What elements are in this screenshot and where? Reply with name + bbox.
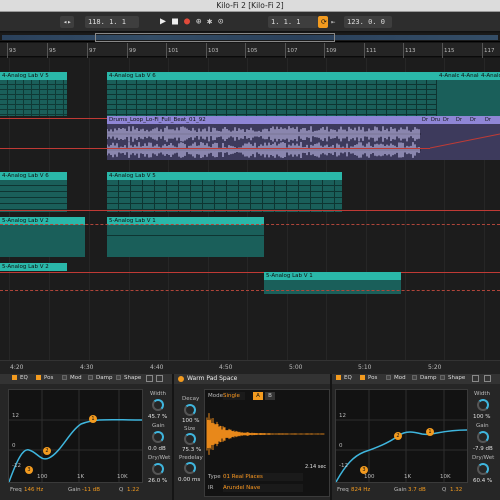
time-ruler[interactable]: 4:20 4:30 4:40 4:50 5:00 5:10 5:20 (0, 360, 500, 374)
dry-wet-knob[interactable] (152, 463, 164, 475)
eq-band-point[interactable]: 3 (25, 466, 33, 474)
audio-clip[interactable]: Drums_Loop_Lo-Fi_Full_Beat_01_92 (107, 116, 421, 160)
bar-number: 95 (47, 43, 56, 58)
predelay-knob[interactable] (184, 462, 196, 474)
device-on-icon[interactable] (178, 376, 184, 382)
stop-icon[interactable]: ■ (172, 16, 178, 28)
device-close-icon[interactable] (156, 375, 163, 382)
device-menu-icon[interactable] (146, 375, 153, 382)
automation-line[interactable] (0, 290, 500, 291)
midi-clip[interactable]: 4-Analog Lab V 6 (107, 72, 437, 116)
tempo-display[interactable]: 118. 1. 1 (85, 16, 139, 28)
width-knob[interactable] (477, 399, 489, 411)
ir-dropdown[interactable]: Arundel Nave (223, 484, 303, 492)
a-button[interactable]: A (253, 392, 263, 400)
midi-clip[interactable]: 4-Analog Lab V (479, 72, 500, 116)
capture-icon[interactable]: ✱ (207, 16, 212, 28)
track-lane-5[interactable]: 5-Analog Lab V 2 (0, 263, 500, 271)
size-knob[interactable] (184, 433, 196, 445)
q-value[interactable]: 1.32 (450, 487, 462, 493)
type-dropdown[interactable]: 01 Real Places (223, 473, 303, 481)
width-knob[interactable] (152, 399, 164, 411)
impulse-response-display[interactable]: Mode Single A B 2.14 sec Type 01 Real Pl… (204, 389, 330, 497)
reverb-device: Warm Pad Space Decay 100 % Size 75.3 % P… (174, 374, 330, 500)
track-lane-4[interactable]: 5-Analog Lab V 2 5-Analog Lab V 1 (0, 217, 500, 257)
bar-number: 117 (482, 43, 495, 58)
midi-clip[interactable]: 5-Analog Lab V 2 (0, 217, 85, 257)
arrangement-view[interactable]: 4-Analog Lab V 5 4-Analog Lab V 6 4-Anal… (0, 58, 500, 360)
bar-number: 103 (206, 43, 219, 58)
loop-length-display[interactable]: 123. 0. 0 (344, 16, 392, 28)
tap-tempo-button[interactable]: ◂▸ (60, 16, 74, 28)
gain-knob[interactable] (152, 431, 164, 443)
bar-number: 109 (324, 43, 337, 58)
track-lane-1[interactable]: 4-Analog Lab V 5 4-Analog Lab V 6 4-Anal… (0, 72, 500, 116)
decay-knob[interactable] (184, 404, 196, 416)
bar-number: 97 (87, 43, 96, 58)
session-record-icon[interactable]: ⊙ (218, 16, 223, 28)
eq-band-point[interactable]: 1 (426, 428, 434, 436)
b-button[interactable]: B (265, 392, 275, 400)
dry-wet-knob[interactable] (477, 463, 489, 475)
eq-band-point[interactable]: 2 (394, 432, 402, 440)
punch-icon[interactable]: ⇤ (331, 16, 335, 28)
q-value[interactable]: 1.22 (127, 487, 139, 493)
midi-clip[interactable]: 5-Analog Lab V 1 (107, 217, 264, 257)
window-title: Kilo-Fi 2 [Kilo-Fi 2] (0, 0, 500, 12)
loop-switch-icon[interactable]: ⟳ (318, 16, 328, 28)
gain-value[interactable]: 3.7 dB (408, 487, 426, 493)
freq-value[interactable]: 146 Hz (24, 487, 43, 493)
midi-clip[interactable]: 5-Analog Lab V 2 (0, 263, 67, 271)
bar-number: 93 (7, 43, 16, 58)
arrangement-overview[interactable] (0, 33, 500, 42)
eq-graph[interactable]: 12 0 -12 100 1K 10K 1 2 3 (8, 389, 143, 483)
eq-band-point[interactable]: 3 (360, 466, 368, 474)
eq-device-right: EQ Pos Mod Damp Shape 12 0 -12 100 1K 10… (332, 374, 500, 500)
midi-clip[interactable]: 4-Analog Lab V 5 (0, 72, 67, 116)
audio-waveform (107, 126, 421, 158)
bar-number: 115 (442, 43, 455, 58)
transport-bar: ◂▸ 118. 1. 1 ▶ ■ ● ⊕ ✱ ⊙ 1. 1. 1 ⟳ ⇤ 123… (0, 12, 500, 32)
gain-value[interactable]: -11 dB (82, 487, 100, 493)
midi-clip[interactable]: 4-Analog Lab V 5 (107, 172, 342, 212)
eq-band-point[interactable]: 1 (89, 415, 97, 423)
automation-line[interactable] (0, 210, 500, 211)
device-close-icon[interactable] (484, 375, 491, 382)
beat-time-ruler[interactable]: 93 95 97 99 101 103 105 107 109 111 113 … (0, 43, 500, 58)
device-menu-icon[interactable] (472, 375, 479, 382)
record-icon[interactable]: ● (184, 16, 190, 28)
bar-number: 105 (245, 43, 258, 58)
gain-knob[interactable] (477, 431, 489, 443)
eq-device-left: EQ Pos Mod Damp Shape 12 0 -12 100 1K 10… (0, 374, 172, 500)
bar-number: 107 (285, 43, 298, 58)
position-display[interactable]: 1. 1. 1 (268, 16, 318, 28)
automation-line[interactable] (0, 148, 430, 149)
bar-number: 113 (403, 43, 416, 58)
midi-clip[interactable]: 4-Analog Lab V 6 (0, 172, 67, 212)
device-title: Warm Pad Space (187, 375, 238, 382)
play-icon[interactable]: ▶ (160, 16, 166, 28)
automation-line[interactable] (0, 224, 500, 225)
mode-dropdown[interactable]: Single (223, 392, 245, 400)
midi-clip[interactable]: 4-Analog Lab V 8 (437, 72, 459, 116)
overdub-icon[interactable]: ⊕ (196, 16, 201, 28)
freq-value[interactable]: 824 Hz (351, 487, 370, 493)
midi-clip[interactable]: 4-Analog Lab V 8 (459, 72, 479, 116)
track-lane-2[interactable]: Drums_Loop_Lo-Fi_Full_Beat_01_92 Dr Dru … (0, 116, 500, 160)
bar-number: 111 (364, 43, 377, 58)
bar-number: 99 (127, 43, 136, 58)
ir-waveform (206, 413, 325, 455)
eq-graph[interactable]: 12 0 -12 100 1K 10K 1 2 3 (335, 389, 468, 483)
bar-number: 101 (166, 43, 179, 58)
eq-band-point[interactable]: 2 (43, 447, 51, 455)
track-lane-3[interactable]: 4-Analog Lab V 6 4-Analog Lab V 5 (0, 172, 500, 212)
